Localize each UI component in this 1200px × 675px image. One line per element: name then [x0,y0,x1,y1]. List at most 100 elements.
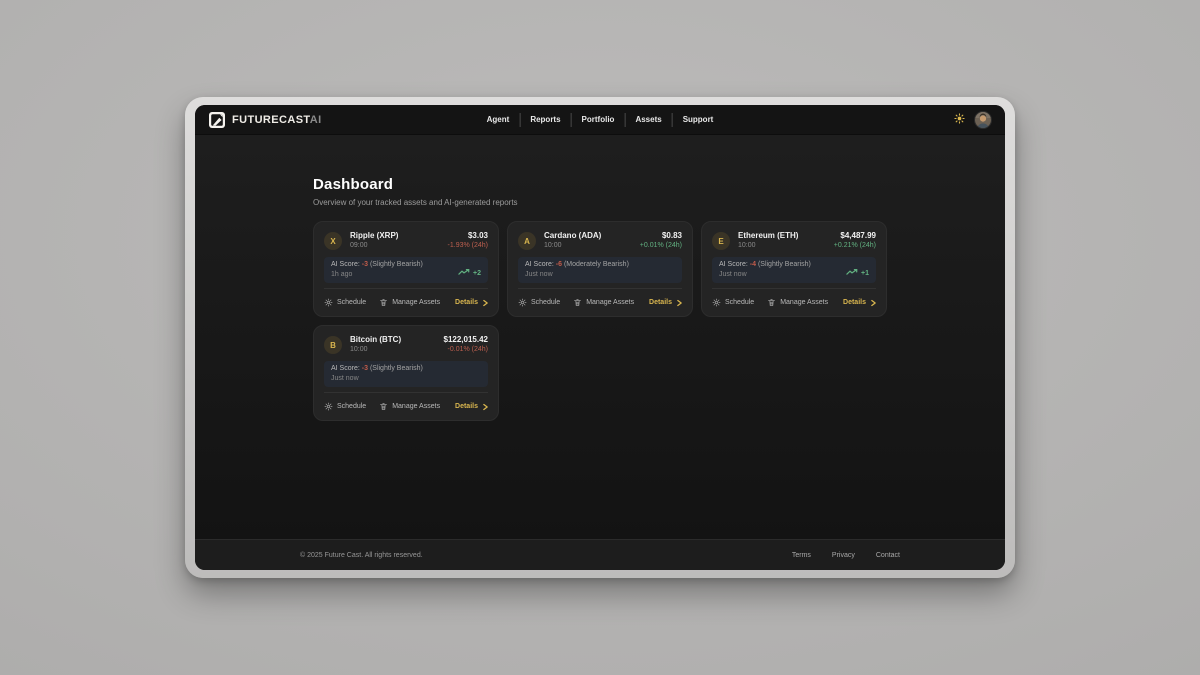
asset-time: 10:00 [544,242,601,249]
asset-price-block: $0.83 +0.01% (24h) [640,231,682,249]
footer-links: Terms Privacy Contact [792,552,900,559]
asset-name: Bitcoin (BTC) [350,335,401,344]
chevron-right-icon [677,299,682,307]
gear-icon [712,298,721,307]
ai-score-panel: AI Score: -6 (Moderately Bearish) Just n… [518,257,682,283]
asset-price: $4,487.99 [834,231,876,240]
brand-logo[interactable]: FUTURECASTAI [209,112,322,128]
asset-card-actions: Schedule Manage Assets Details [518,288,682,316]
schedule-button[interactable]: Schedule [712,298,754,307]
ai-score-text: AI Score: -6 (Moderately Bearish) Just n… [525,261,629,278]
asset-change: +0.21% (24h) [834,242,876,249]
chevron-right-icon [483,299,488,307]
trash-icon [379,402,388,411]
ai-score-label: AI Score: [331,261,360,268]
asset-change: -0.01% (24h) [444,346,489,353]
asset-change: +0.01% (24h) [640,242,682,249]
ai-score-panel: AI Score: -3 (Slightly Bearish) 1h ago +… [324,257,488,283]
asset-card-header: X Ripple (XRP) 09:00 $3.03 -1.93% (24h) [324,231,488,250]
footer-link[interactable]: Terms [792,552,811,559]
ai-score-updated: 1h ago [331,271,423,278]
asset-title-block: Bitcoin (BTC) 10:00 [350,335,401,353]
schedule-label: Schedule [337,403,366,410]
gear-icon [518,298,527,307]
asset-card-header: E Ethereum (ETH) 10:00 $4,487.99 +0.21% … [712,231,876,250]
footer-link[interactable]: Contact [876,552,900,559]
trend-value: +2 [473,270,481,277]
asset-card: B Bitcoin (BTC) 10:00 $122,015.42 -0.01%… [313,325,499,421]
asset-card: E Ethereum (ETH) 10:00 $4,487.99 +0.21% … [701,221,887,317]
nav-item[interactable]: Support [672,113,724,127]
ai-score-sentiment: (Moderately Bearish) [564,261,629,268]
details-label: Details [649,299,672,306]
nav-item[interactable]: Assets [624,113,671,127]
ai-score-sentiment: (Slightly Bearish) [370,365,423,372]
asset-title-block: Ethereum (ETH) 10:00 [738,231,798,249]
nav-item[interactable]: Agent [477,113,520,127]
schedule-label: Schedule [725,299,754,306]
nav-item[interactable]: Reports [519,113,570,127]
app-frame: FUTURECASTAI Agent Reports Portfolio Ass… [195,105,1005,570]
sun-icon [954,112,965,127]
manage-assets-label: Manage Assets [392,403,440,410]
ai-score-text: AI Score: -3 (Slightly Bearish) Just now [331,365,423,382]
footer-link[interactable]: Privacy [832,552,855,559]
asset-name: Ethereum (ETH) [738,231,798,240]
asset-card-actions: Schedule Manage Assets Details [324,288,488,316]
footer-bar: © 2025 Future Cast. All rights reserved.… [195,539,1005,570]
trend-indicator: +1 [846,268,869,278]
ai-score-updated: Just now [525,271,629,278]
brand-logo-icon [209,112,225,128]
asset-symbol-badge: A [518,232,536,250]
asset-card-header: B Bitcoin (BTC) 10:00 $122,015.42 -0.01%… [324,335,488,354]
asset-price: $0.83 [640,231,682,240]
manage-assets-button[interactable]: Manage Assets [573,298,634,307]
asset-card-header: A Cardano (ADA) 10:00 $0.83 +0.01% (24h) [518,231,682,250]
manage-assets-label: Manage Assets [586,299,634,306]
ai-score-sentiment: (Slightly Bearish) [370,261,423,268]
manage-assets-button[interactable]: Manage Assets [767,298,828,307]
ai-score-panel: AI Score: -3 (Slightly Bearish) Just now [324,361,488,387]
details-button[interactable]: Details [843,299,876,307]
asset-time: 09:00 [350,242,398,249]
gear-icon [324,402,333,411]
asset-name: Ripple (XRP) [350,231,398,240]
asset-title-block: Ripple (XRP) 09:00 [350,231,398,249]
asset-price: $3.03 [448,231,488,240]
ai-score-updated: Just now [719,271,811,278]
schedule-label: Schedule [531,299,560,306]
manage-assets-button[interactable]: Manage Assets [379,402,440,411]
ai-score-label: AI Score: [331,365,360,372]
details-label: Details [455,403,478,410]
schedule-button[interactable]: Schedule [518,298,560,307]
asset-card-actions: Schedule Manage Assets Details [712,288,876,316]
copyright: © 2025 Future Cast. All rights reserved. [300,552,423,559]
details-button[interactable]: Details [649,299,682,307]
asset-price: $122,015.42 [444,335,489,344]
main-nav: Agent Reports Portfolio Assets Support [477,113,724,127]
details-button[interactable]: Details [455,403,488,411]
page-subtitle: Overview of your tracked assets and AI-g… [313,198,887,207]
ai-score-updated: Just now [331,375,423,382]
chevron-right-icon [483,403,488,411]
ai-score-panel: AI Score: -4 (Slightly Bearish) Just now… [712,257,876,283]
ai-score-label: AI Score: [525,261,554,268]
schedule-button[interactable]: Schedule [324,402,366,411]
asset-title-block: Cardano (ADA) 10:00 [544,231,601,249]
trending-up-icon [846,268,858,278]
asset-card: A Cardano (ADA) 10:00 $0.83 +0.01% (24h)… [507,221,693,317]
asset-time: 10:00 [350,346,401,353]
nav-item[interactable]: Portfolio [571,113,625,127]
manage-assets-button[interactable]: Manage Assets [379,298,440,307]
details-button[interactable]: Details [455,299,488,307]
gear-icon [324,298,333,307]
page-title: Dashboard [313,176,887,193]
schedule-button[interactable]: Schedule [324,298,366,307]
asset-name: Cardano (ADA) [544,231,601,240]
theme-toggle-button[interactable] [954,112,965,127]
trending-up-icon [458,268,470,278]
avatar[interactable] [975,112,991,128]
ai-score-value: -6 [556,261,562,268]
asset-cards-grid: X Ripple (XRP) 09:00 $3.03 -1.93% (24h) … [313,221,887,421]
schedule-label: Schedule [337,299,366,306]
